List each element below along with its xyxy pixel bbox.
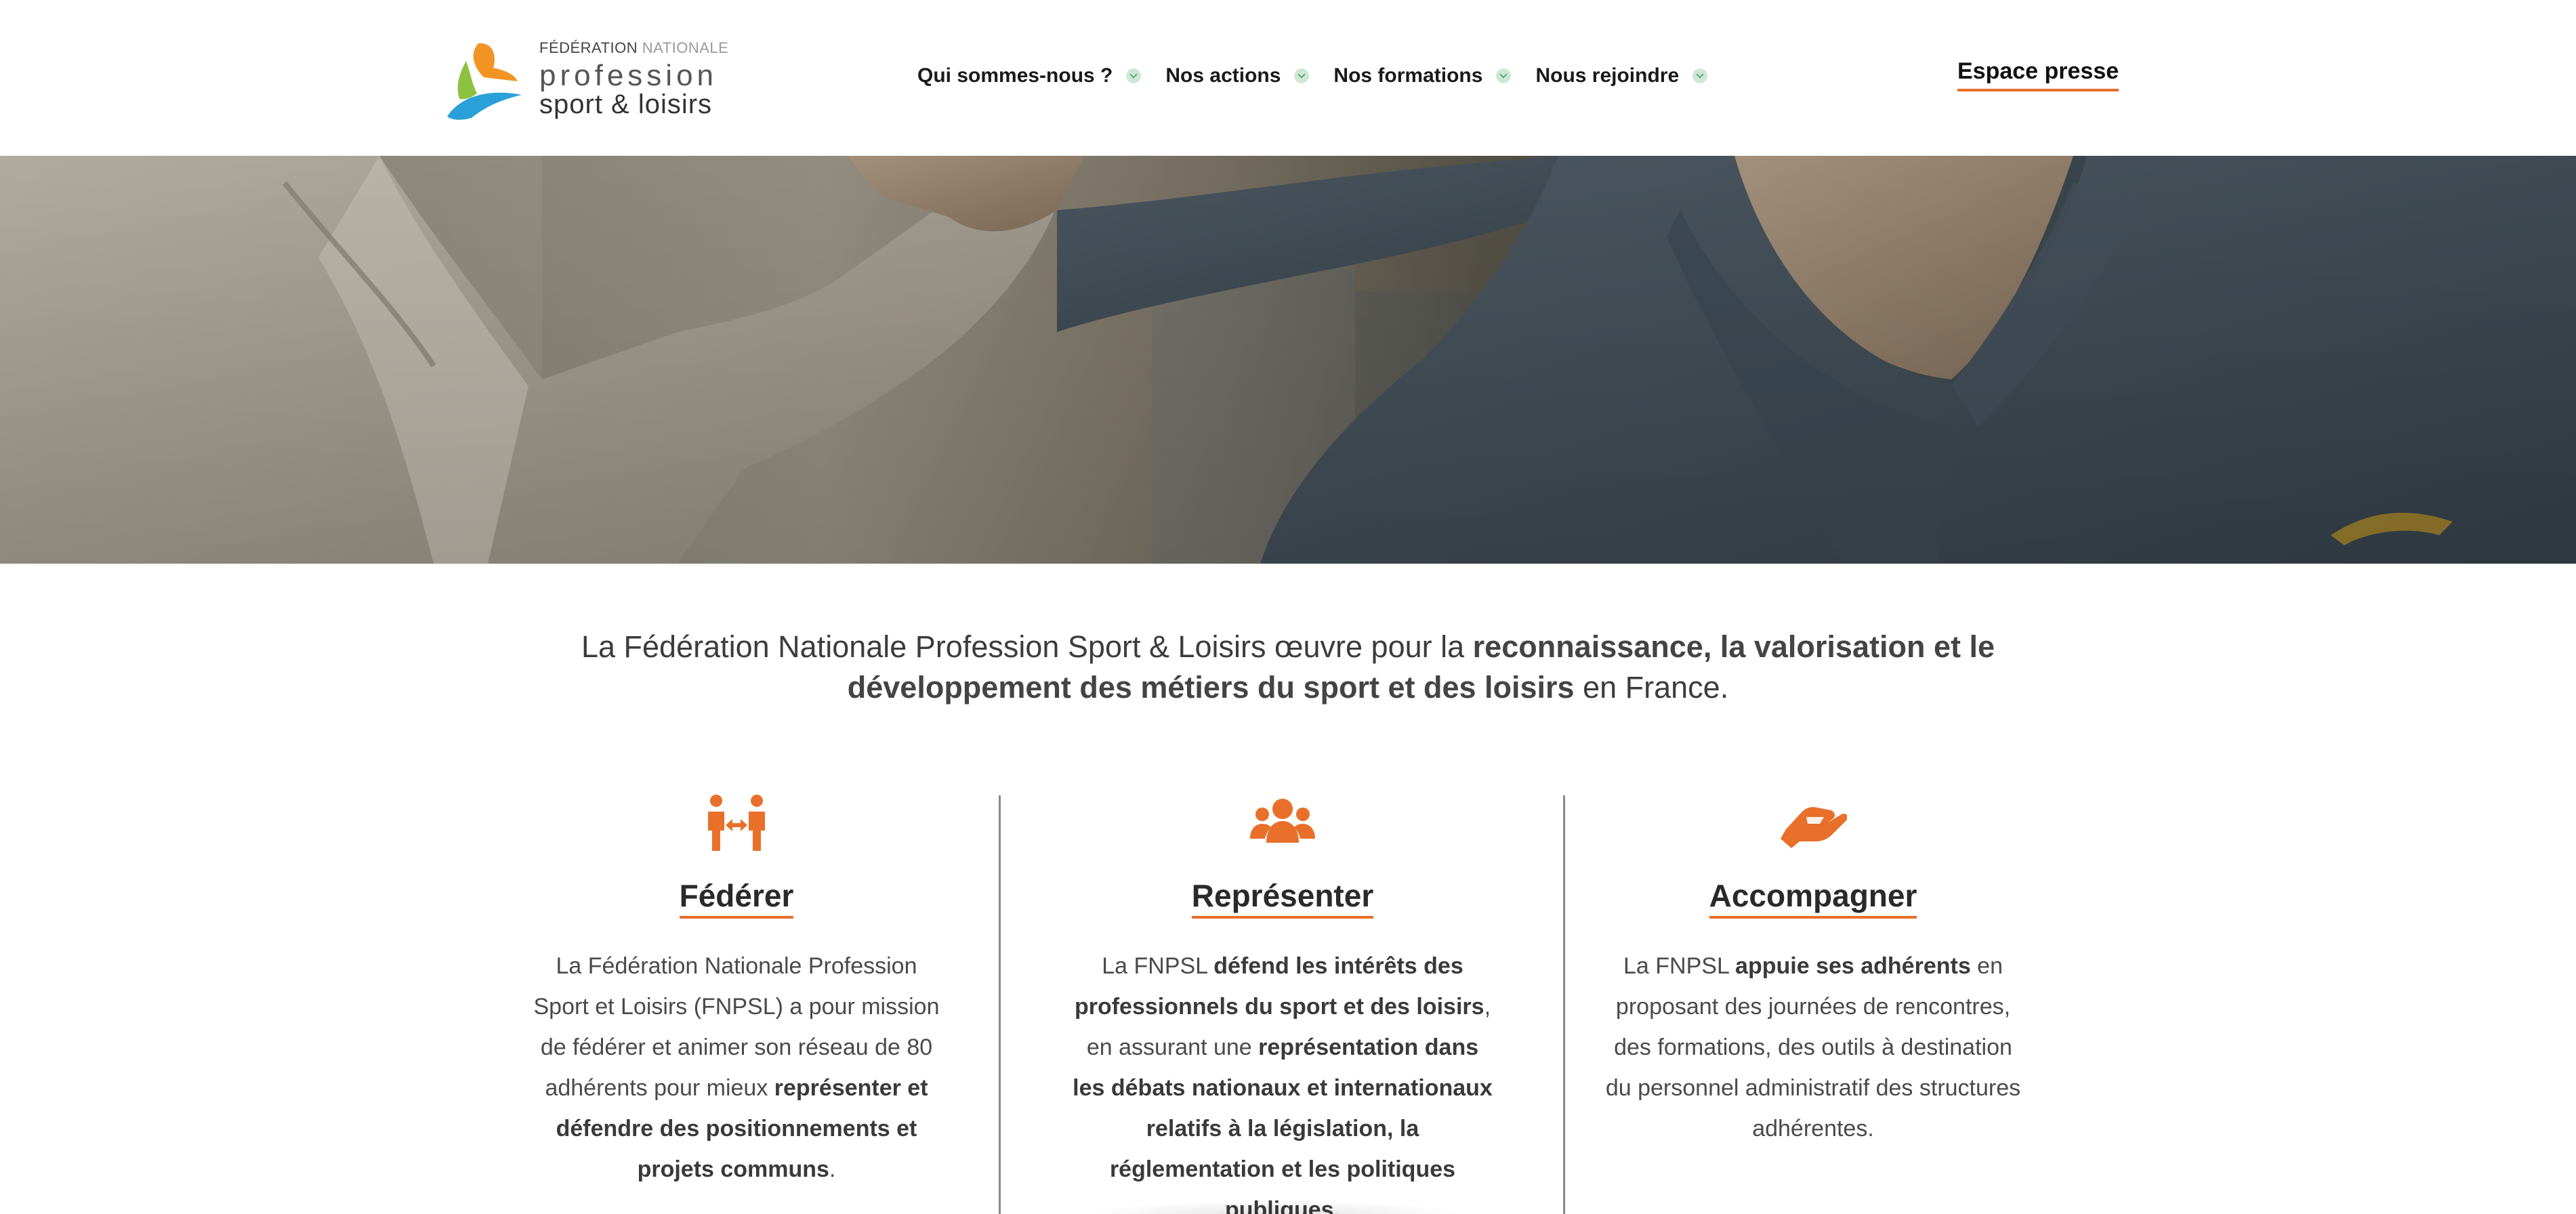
column-title: Représenter [1191,877,1374,919]
column-federer: Fédérer La Fédération Nationale Professi… [499,794,974,1214]
chevron-down-icon[interactable] [1692,68,1708,83]
logo-sport-loisirs-text: sport & loisirs [539,89,713,119]
logo-profession-text: profession [539,59,718,92]
hand-holding-icon [1781,807,1847,848]
chevron-down-icon[interactable] [1294,68,1310,83]
column-text: La FNPSL appuie ses adhérents en proposa… [1605,953,2021,1142]
column-text: La Fédération Nationale Profession Sport… [533,953,940,1182]
hero-image [0,156,2576,564]
nav-item-label: Nos actions [1165,64,1281,87]
column-text: La FNPSL défend les intérêts des profess… [1073,953,1493,1214]
main-nav: Qui sommes-nous ? Nos actions Nos format… [917,61,1732,91]
nav-item-nous-rejoindre[interactable]: Nous rejoindre [1535,64,1708,87]
nav-item-label: Qui sommes-nous ? [917,64,1113,87]
logo-mark-icon [447,43,522,120]
column-representer: Représenter La FNPSL défend les intérêts… [1045,794,1520,1214]
judo-photo-illustration [0,156,2576,564]
logo-federation-text: FÉDÉRATION NATIONALE [539,39,729,56]
nav-item-label: Nos formations [1333,64,1483,87]
users-icon [1250,799,1315,843]
fnpsl-logo[interactable]: FÉDÉRATION NATIONALE profession sport & … [439,37,728,121]
nav-item-qui-sommes-nous[interactable]: Qui sommes-nous ? [917,64,1142,87]
column-divider [1563,795,1565,1214]
column-accompagner: Accompagner La FNPSL appuie ses adhérent… [1576,794,2050,1214]
column-title: Accompagner [1709,877,1917,919]
site-header: FÉDÉRATION NATIONALE profession sport & … [0,0,2576,156]
column-divider [999,795,1001,1214]
chevron-down-icon[interactable] [1496,68,1512,83]
press-link[interactable]: Espace presse [1957,58,2119,91]
nav-item-nos-actions[interactable]: Nos actions [1165,64,1310,87]
chevron-down-icon[interactable] [1126,68,1142,83]
nav-item-label: Nous rejoindre [1535,64,1680,87]
intro-text: La Fédération Nationale Profession Sport… [581,629,1995,705]
people-arrows-icon [708,795,765,851]
column-title: Fédérer [679,877,794,919]
nav-item-nos-formations[interactable]: Nos formations [1333,64,1512,87]
